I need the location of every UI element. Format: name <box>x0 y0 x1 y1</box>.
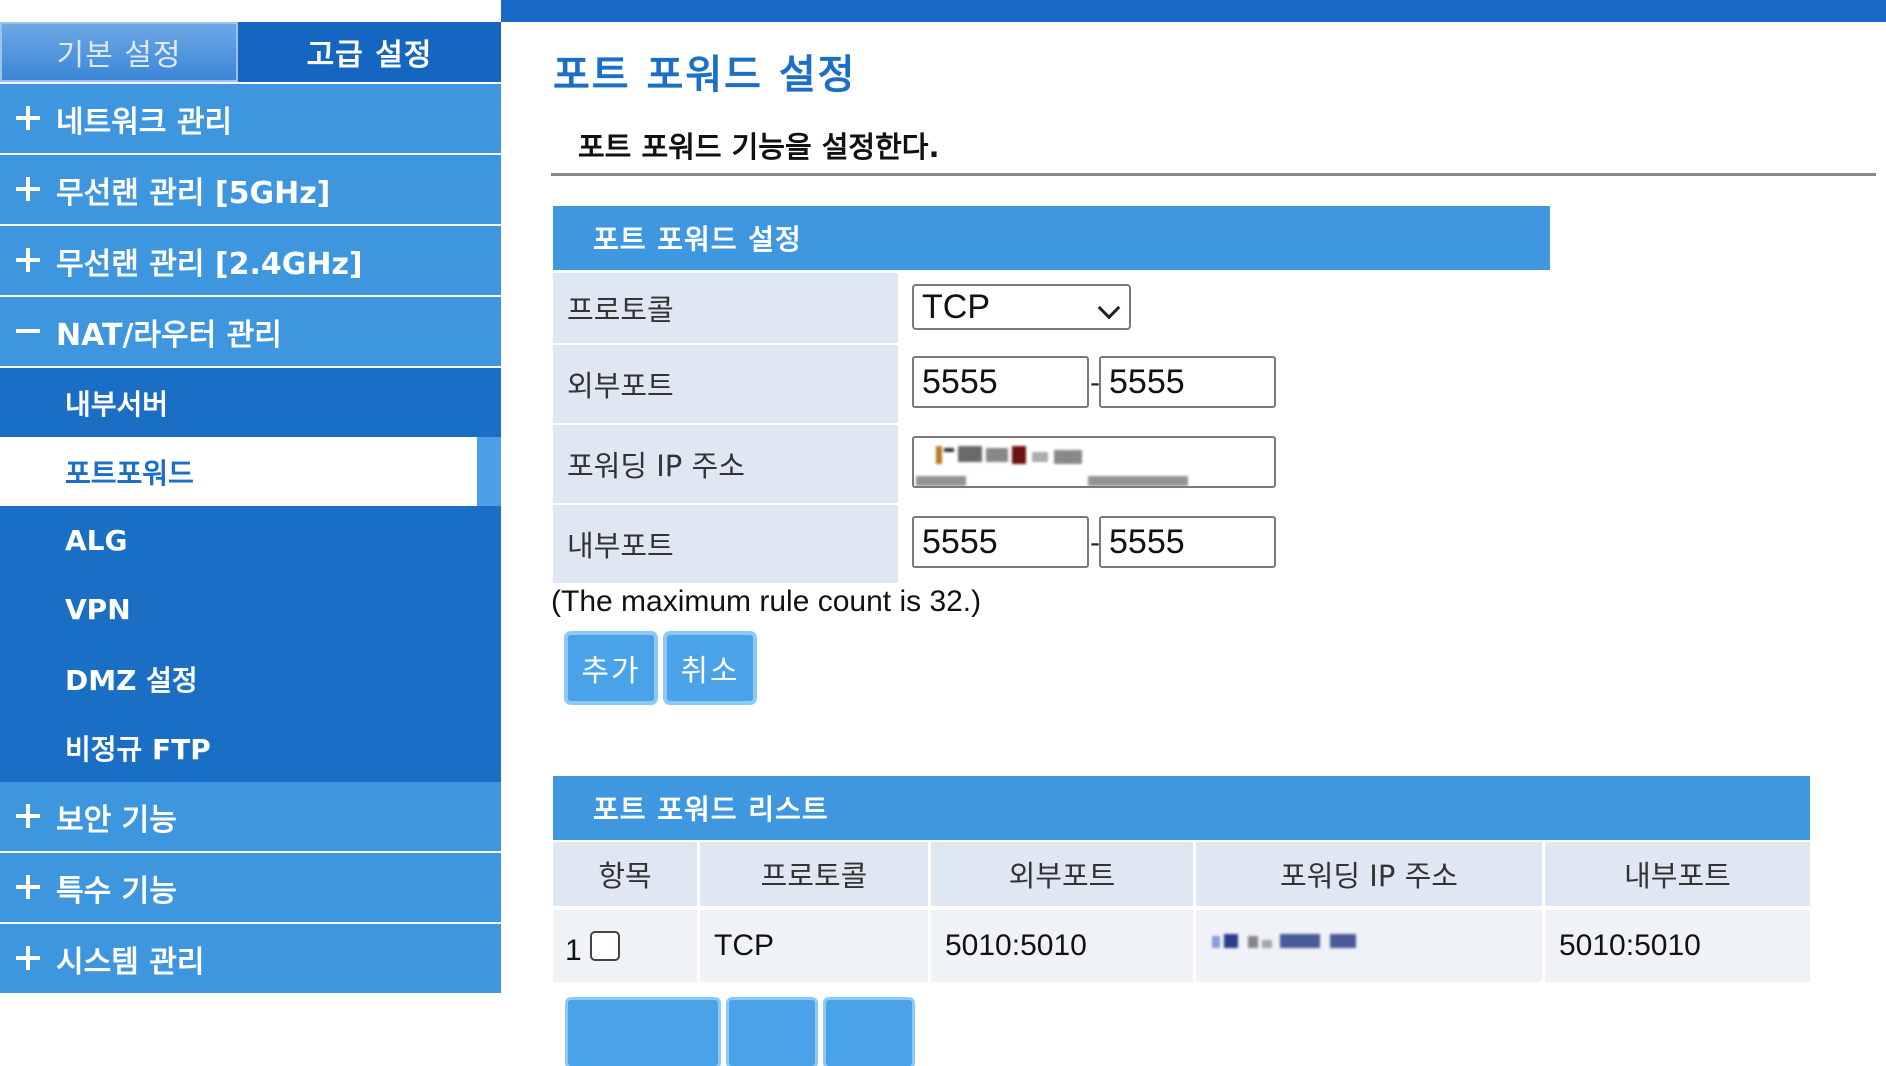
sidebar-item-label: 네트워크 관리 <box>56 104 233 140</box>
table-cell-internal-port: 5010:5010 <box>1545 910 1810 982</box>
plus-icon <box>16 946 40 970</box>
chevron-down-icon <box>1097 296 1121 320</box>
internal-port-label: 내부포트 <box>553 505 898 583</box>
protocol-select[interactable]: TCP <box>912 284 1131 330</box>
submenu-item-vpn[interactable]: VPN <box>0 575 501 644</box>
column-header-external-port: 외부포트 <box>931 842 1193 906</box>
nat-submenu: 내부서버 포트포워드 ALG VPN DMZ 설정 비정규 FTP <box>0 368 501 782</box>
redacted-ip-value <box>1212 934 1356 948</box>
submenu-item-port-forward[interactable]: 포트포워드 <box>0 437 501 506</box>
sidebar-item-label: NAT/라우터 관리 <box>56 317 282 353</box>
plus-icon <box>16 875 40 899</box>
sidebar-item-nat-router[interactable]: NAT/라우터 관리 <box>0 297 501 368</box>
column-header-index: 항목 <box>553 842 697 906</box>
protocol-label: 프로토콜 <box>553 273 898 343</box>
submenu-item-alg[interactable]: ALG <box>0 506 501 575</box>
list-action-button[interactable] <box>826 1000 912 1066</box>
page-description: 포트 포워드 기능을 설정한다. <box>578 130 940 164</box>
submenu-item-dmz[interactable]: DMZ 설정 <box>0 644 501 713</box>
column-header-protocol: 프로토콜 <box>700 842 928 906</box>
forwarding-ip-label: 포워딩 IP 주소 <box>553 425 898 503</box>
sidebar-item-label: 시스템 관리 <box>56 944 205 980</box>
submenu-item-internal-server[interactable]: 내부서버 <box>0 368 501 437</box>
sidebar-item-wireless-5ghz[interactable]: 무선랜 관리 [5GHz] <box>0 155 501 226</box>
plus-icon <box>16 177 40 201</box>
column-header-forwarding-ip: 포워딩 IP 주소 <box>1196 842 1542 906</box>
table-cell-protocol: TCP <box>700 910 928 982</box>
add-button[interactable]: 추가 <box>568 635 654 701</box>
external-port-label: 외부포트 <box>553 345 898 423</box>
redacted-ip-value <box>916 446 1188 486</box>
plus-icon <box>16 804 40 828</box>
sidebar-item-wireless-24ghz[interactable]: 무선랜 관리 [2.4GHz] <box>0 226 501 297</box>
submenu-item-label: 포트포워드 <box>65 456 194 490</box>
sidebar-item-security[interactable]: 보안 기능 <box>0 782 501 853</box>
sidebar-menu: 네트워크 관리 무선랜 관리 [5GHz] 무선랜 관리 [2.4GHz] NA… <box>0 84 501 995</box>
page-title: 포트 포워드 설정 <box>553 52 857 98</box>
internal-port-end-input[interactable]: 5555 <box>1099 516 1276 568</box>
sidebar-item-system[interactable]: 시스템 관리 <box>0 924 501 995</box>
protocol-select-value: TCP <box>922 287 990 326</box>
list-action-button[interactable] <box>729 1000 815 1066</box>
sidebar-tabs: 기본 설정 고급 설정 <box>0 22 501 82</box>
forwarding-ip-input[interactable] <box>912 436 1276 488</box>
table-row-index-cell: 1 <box>553 910 697 982</box>
divider <box>551 173 1876 176</box>
list-action-button[interactable] <box>568 1000 718 1066</box>
row-index: 1 <box>565 934 582 967</box>
tab-advanced-settings[interactable]: 고급 설정 <box>238 22 501 82</box>
table-cell-forwarding-ip <box>1196 910 1542 982</box>
submenu-item-irregular-ftp[interactable]: 비정규 FTP <box>0 713 501 782</box>
sidebar-item-label: 무선랜 관리 [5GHz] <box>56 175 331 211</box>
external-port-start-input[interactable]: 5555 <box>912 356 1089 408</box>
minus-icon <box>16 319 40 343</box>
sidebar-item-label: 보안 기능 <box>56 802 177 838</box>
sidebar: 기본 설정 고급 설정 네트워크 관리 무선랜 관리 [5GHz] 무선랜 관리… <box>0 0 501 1023</box>
active-indicator <box>477 437 501 506</box>
sidebar-item-label: 무선랜 관리 [2.4GHz] <box>56 246 363 282</box>
table-cell-external-port: 5010:5010 <box>931 910 1193 982</box>
form-section-header: 포트 포워드 설정 <box>553 206 1550 270</box>
sidebar-item-label: 특수 기능 <box>56 873 177 909</box>
top-bar <box>501 0 1886 22</box>
tab-basic-settings[interactable]: 기본 설정 <box>0 22 238 82</box>
plus-icon <box>16 248 40 272</box>
max-rule-note: (The maximum rule count is 32.) <box>551 585 982 618</box>
row-checkbox[interactable] <box>589 931 620 961</box>
plus-icon <box>16 106 40 130</box>
external-port-end-input[interactable]: 5555 <box>1099 356 1276 408</box>
list-section-header: 포트 포워드 리스트 <box>553 776 1810 840</box>
cancel-button[interactable]: 취소 <box>667 635 753 701</box>
internal-port-start-input[interactable]: 5555 <box>912 516 1089 568</box>
sidebar-item-special[interactable]: 특수 기능 <box>0 853 501 924</box>
sidebar-item-network[interactable]: 네트워크 관리 <box>0 84 501 155</box>
column-header-internal-port: 내부포트 <box>1545 842 1810 906</box>
